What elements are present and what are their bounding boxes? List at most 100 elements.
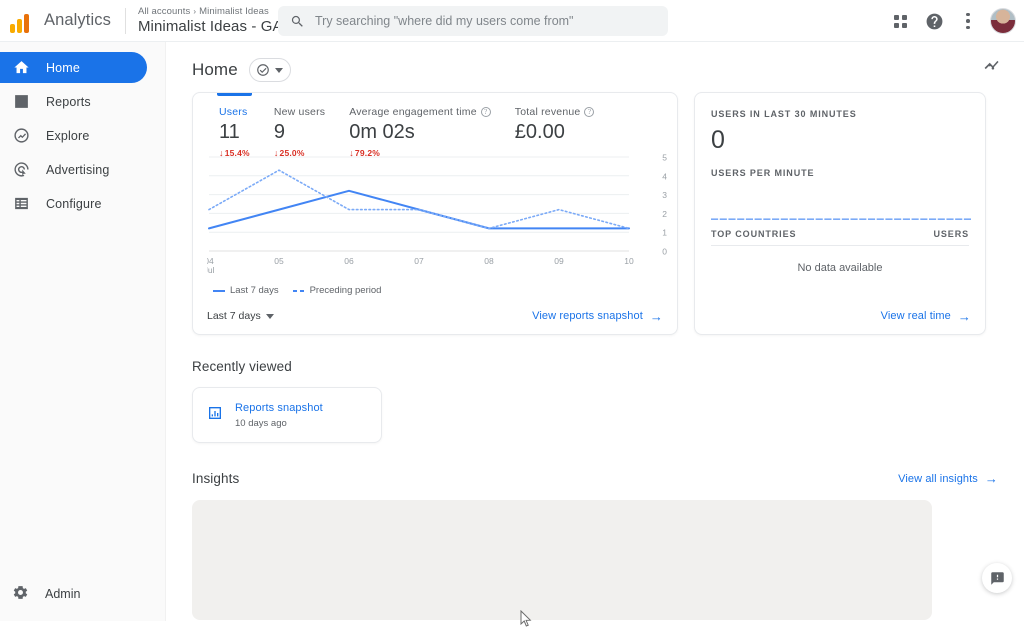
main-content: Home Users 11 ↓ 15.4% New use — [166, 42, 1024, 621]
divider — [125, 8, 126, 34]
metric-label: Total revenue — [515, 106, 581, 118]
view-real-time-link[interactable]: View real time → — [881, 310, 971, 322]
help-circle-icon[interactable]: ? — [584, 107, 594, 117]
report-snapshot-icon — [207, 405, 223, 426]
metric-tab-new-users[interactable]: New users 9 ↓ 25.0% — [262, 93, 337, 151]
gear-icon — [12, 584, 29, 604]
line-chart-svg: 01234504050607080910Jul — [207, 151, 673, 283]
arrow-right-icon: → — [958, 311, 971, 322]
metric-tabs: Users 11 ↓ 15.4% New users 9 ↓ 25.0% — [193, 93, 677, 151]
sidebar: Home Reports Explore Advertising Configu… — [0, 42, 166, 621]
product-name: Analytics — [44, 11, 111, 30]
account-title-text: Minimalist Ideas - GA4 — [138, 18, 291, 36]
link-label: View reports snapshot — [532, 310, 643, 322]
link-label: View all insights — [898, 473, 978, 485]
sidebar-item-label: Home — [46, 61, 80, 75]
users-line-chart: 01234504050607080910Jul — [193, 151, 677, 289]
svg-text:06: 06 — [344, 256, 354, 266]
date-range-selector[interactable]: Last 7 days — [207, 310, 274, 322]
sidebar-item-label: Configure — [46, 197, 102, 211]
svg-text:10: 10 — [624, 256, 634, 266]
help-circle-icon[interactable] — [918, 5, 950, 37]
column-header-users: USERS — [933, 229, 969, 239]
no-data-message: No data available — [711, 262, 969, 274]
search-input[interactable] — [315, 14, 656, 28]
metric-value: £0.00 — [515, 121, 595, 144]
sidebar-item-configure[interactable]: Configure — [0, 188, 147, 219]
metric-value: 11 — [219, 121, 250, 144]
section-title: Recently viewed — [192, 359, 292, 374]
svg-text:5: 5 — [662, 153, 667, 163]
breadcrumb-current: Minimalist Ideas — [199, 6, 269, 17]
configure-icon — [12, 195, 30, 213]
feedback-button[interactable] — [982, 563, 1012, 593]
svg-text:Jul: Jul — [207, 265, 215, 275]
sidebar-item-label: Advertising — [46, 163, 110, 177]
search-bar[interactable] — [278, 6, 668, 36]
insights-header: Insights View all insights → — [166, 471, 1024, 486]
sidebar-item-advertising[interactable]: Advertising — [0, 154, 147, 185]
recently-viewed-header: Recently viewed — [166, 359, 1024, 374]
svg-text:4: 4 — [662, 171, 667, 181]
sidebar-item-label: Admin — [45, 587, 80, 601]
explore-icon — [12, 127, 30, 145]
overview-card: Users 11 ↓ 15.4% New users 9 ↓ 25.0% — [192, 92, 678, 335]
arrow-right-icon: → — [985, 473, 998, 484]
trending-line-icon — [983, 56, 1002, 75]
svg-text:3: 3 — [662, 190, 667, 200]
recently-viewed-name: Reports snapshot — [235, 402, 323, 414]
view-all-insights-link[interactable]: View all insights → — [898, 473, 998, 485]
comparison-chip[interactable] — [249, 58, 291, 82]
apps-grid-icon[interactable] — [884, 5, 916, 37]
metric-label: Average engagement time — [349, 106, 477, 118]
sidebar-item-reports[interactable]: Reports — [0, 86, 147, 117]
sidebar-item-label: Reports — [46, 95, 91, 109]
realtime-users-value: 0 — [711, 126, 969, 155]
users-per-minute-label: USERS PER MINUTE — [711, 168, 969, 178]
top-countries-table-header: TOP COUNTRIES USERS — [711, 229, 969, 246]
metric-tab-total-revenue[interactable]: Total revenue ? £0.00 — [503, 93, 607, 151]
page-header: Home — [166, 48, 1024, 92]
page-title: Home — [192, 60, 238, 80]
reports-bar-icon — [12, 93, 30, 111]
column-header-country: TOP COUNTRIES — [711, 229, 796, 239]
recently-viewed-time: 10 days ago — [235, 418, 323, 429]
svg-text:0: 0 — [662, 247, 667, 257]
header-action-button[interactable] — [983, 56, 1002, 80]
sidebar-item-label: Explore — [46, 129, 89, 143]
sidebar-item-admin[interactable]: Admin — [0, 579, 166, 609]
sparkline-svg — [711, 204, 971, 220]
overview-card-footer: Last 7 days View reports snapshot → — [193, 298, 677, 334]
sidebar-item-explore[interactable]: Explore — [0, 120, 147, 151]
svg-text:05: 05 — [274, 256, 284, 266]
realtime-users-label: USERS IN LAST 30 MINUTES — [711, 109, 969, 119]
metric-tab-users[interactable]: Users 11 ↓ 15.4% — [207, 93, 262, 151]
breadcrumb-separator: › — [193, 7, 196, 16]
cards-row: Users 11 ↓ 15.4% New users 9 ↓ 25.0% — [166, 92, 1024, 335]
date-range-label: Last 7 days — [207, 310, 261, 322]
section-title: Insights — [192, 471, 239, 486]
users-per-minute-sparkline — [711, 204, 969, 220]
sidebar-item-home[interactable]: Home — [0, 52, 147, 83]
metric-label: New users — [274, 106, 325, 118]
help-circle-icon[interactable]: ? — [481, 107, 491, 117]
top-app-bar: Analytics All accounts›Minimalist Ideas … — [0, 0, 1024, 42]
view-reports-snapshot-link[interactable]: View reports snapshot → — [532, 310, 663, 322]
more-vertical-icon[interactable] — [952, 5, 984, 37]
realtime-card: USERS IN LAST 30 MINUTES 0 USERS PER MIN… — [694, 92, 986, 335]
feedback-icon — [990, 571, 1005, 586]
svg-text:2: 2 — [662, 209, 667, 219]
avatar[interactable] — [990, 8, 1016, 34]
google-analytics-logo — [10, 9, 34, 33]
insights-loading-placeholder — [192, 500, 932, 620]
realtime-card-footer: View real time → — [695, 298, 985, 334]
metric-tab-avg-engagement-time[interactable]: Average engagement time ? 0m 02s ↓ 79.2% — [337, 93, 503, 151]
advertising-icon — [12, 161, 30, 179]
svg-text:08: 08 — [484, 256, 494, 266]
recently-viewed-item[interactable]: Reports snapshot 10 days ago — [192, 387, 382, 443]
chevron-down-icon — [275, 68, 283, 73]
metric-label: Users — [219, 106, 247, 118]
home-icon — [12, 59, 30, 77]
legend-swatch-solid — [213, 290, 225, 292]
arrow-right-icon: → — [650, 311, 663, 322]
